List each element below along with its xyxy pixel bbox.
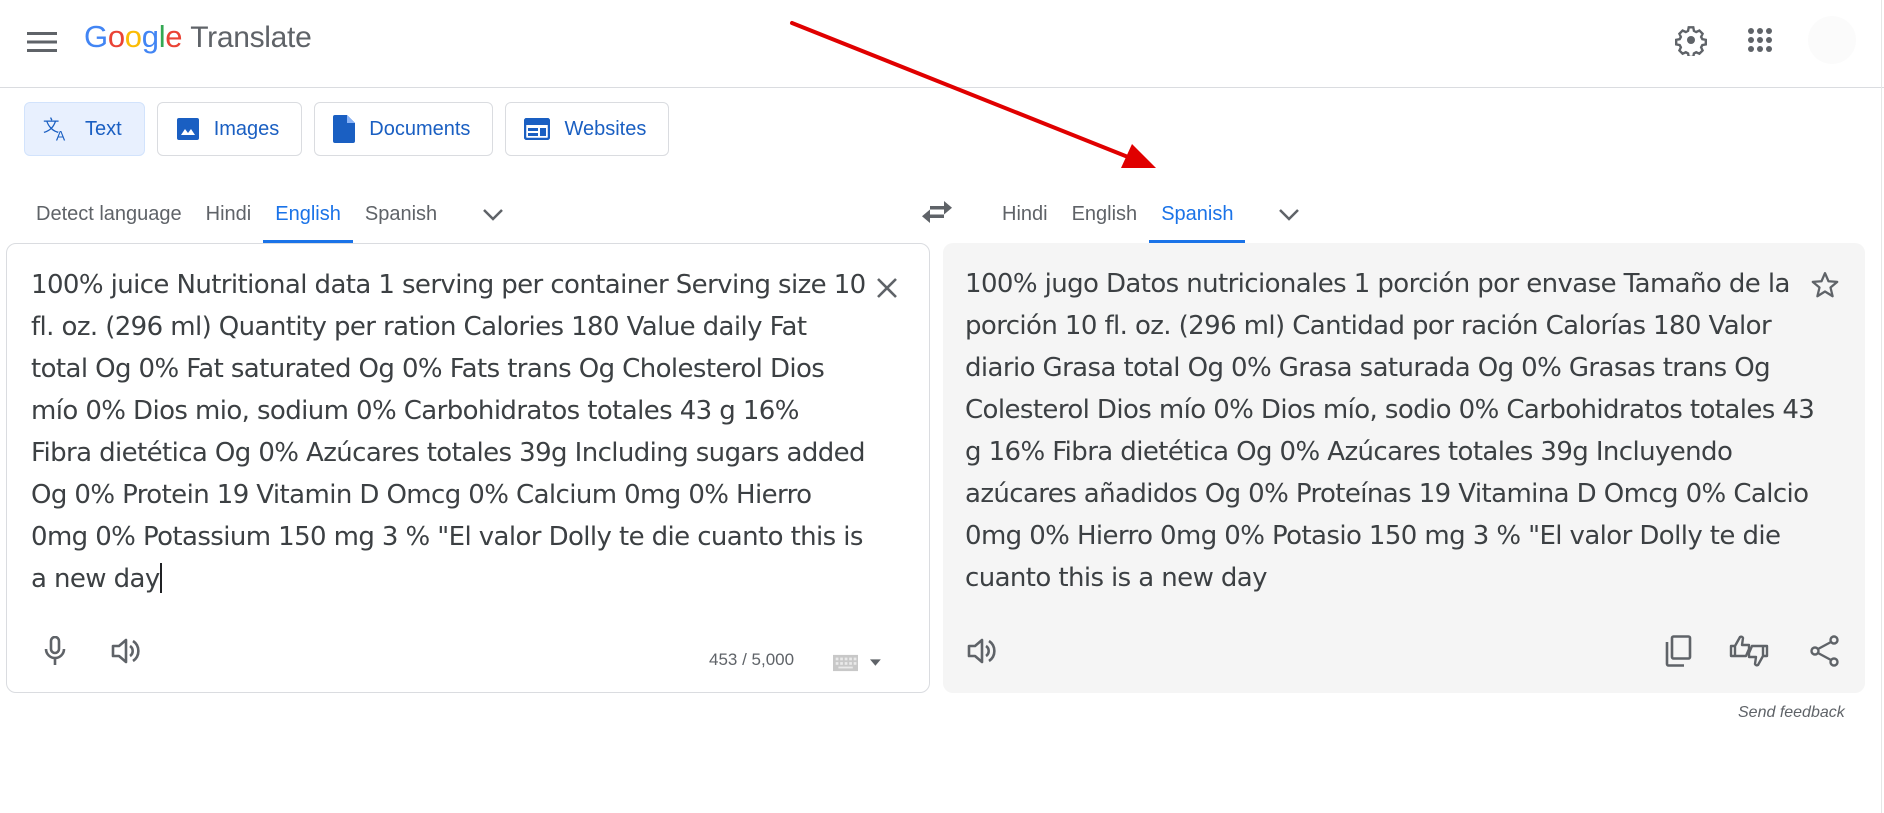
- app-header: Google Translate: [0, 0, 1884, 88]
- mode-tabs: 文A Text Images Documents Websites: [24, 102, 670, 156]
- caret-down-icon: [870, 659, 881, 666]
- tab-images-label: Images: [213, 117, 280, 140]
- send-feedback-link[interactable]: Send feedback: [1738, 704, 1845, 722]
- svg-text:A: A: [56, 128, 66, 143]
- chevron-down-icon: [1279, 208, 1300, 221]
- annotation-arrow-head: [1121, 144, 1156, 168]
- source-text-value: 100% juice Nutritional data 1 serving pe…: [31, 270, 866, 594]
- source-text-panel: 100% juice Nutritional data 1 serving pe…: [6, 243, 930, 693]
- swap-languages-button[interactable]: [915, 190, 959, 234]
- target-lang-spanish[interactable]: Spanish: [1149, 186, 1246, 243]
- source-lang-english[interactable]: English: [263, 186, 353, 243]
- source-lang-detect[interactable]: Detect language: [24, 186, 194, 243]
- logo-letter: o: [124, 19, 142, 54]
- google-translate-logo[interactable]: Google Translate: [84, 19, 312, 55]
- speaker-icon: [111, 638, 140, 664]
- source-lang-hindi[interactable]: Hindi: [194, 186, 264, 243]
- product-name: Translate: [190, 21, 312, 54]
- thumbs-up-down-icon: [1729, 635, 1769, 667]
- apps-button[interactable]: [1738, 18, 1782, 62]
- listen-translation-button[interactable]: [960, 629, 1004, 673]
- apps-grid-icon: [1748, 28, 1772, 52]
- character-count: 453 / 5,000: [709, 650, 795, 669]
- chevron-down-icon: [483, 208, 504, 221]
- tab-text[interactable]: 文A Text: [24, 102, 145, 156]
- share-translation-button[interactable]: [1803, 629, 1847, 673]
- source-language-bar: Detect language Hindi English Spanish: [24, 186, 517, 243]
- target-lang-english[interactable]: English: [1060, 186, 1150, 243]
- share-icon: [1810, 635, 1839, 667]
- translation-panel: 100% jugo Datos nutricionales 1 porción …: [943, 243, 1865, 693]
- text-cursor: [159, 563, 162, 593]
- copy-translation-button[interactable]: [1656, 629, 1700, 673]
- website-icon: [524, 118, 551, 140]
- target-lang-hindi[interactable]: Hindi: [990, 186, 1060, 243]
- translation-text: 100% jugo Datos nutricionales 1 porción …: [965, 269, 1815, 593]
- save-translation-button[interactable]: [1805, 265, 1845, 305]
- speaker-icon: [967, 638, 996, 664]
- settings-button[interactable]: [1669, 18, 1713, 62]
- source-language-more-button[interactable]: [469, 186, 517, 243]
- microphone-icon: [44, 636, 66, 665]
- logo-letter: e: [165, 19, 183, 54]
- voice-input-button[interactable]: [33, 629, 77, 673]
- keyboard-icon: [833, 654, 859, 672]
- tab-documents[interactable]: Documents: [314, 102, 494, 156]
- clear-source-button[interactable]: [867, 268, 907, 308]
- document-icon: [333, 115, 356, 143]
- source-text-input[interactable]: 100% juice Nutritional data 1 serving pe…: [31, 264, 866, 600]
- settings-icon: [1675, 26, 1707, 56]
- translate-icon: 文A: [43, 115, 71, 143]
- window-edge-divider: [1881, 0, 1882, 813]
- listen-source-button[interactable]: [104, 629, 148, 673]
- close-icon: [877, 278, 897, 298]
- tab-websites[interactable]: Websites: [505, 102, 670, 156]
- input-tools-button[interactable]: [833, 651, 881, 675]
- menu-icon: [27, 32, 57, 52]
- target-language-more-button[interactable]: [1265, 186, 1313, 243]
- account-avatar[interactable]: [1808, 16, 1856, 64]
- tab-images[interactable]: Images: [156, 102, 303, 156]
- image-icon: [176, 117, 200, 141]
- tab-text-label: Text: [85, 117, 122, 140]
- swap-icon: [922, 201, 952, 223]
- logo-letter: l: [158, 19, 166, 54]
- tab-documents-label: Documents: [369, 117, 471, 140]
- source-lang-spanish[interactable]: Spanish: [353, 186, 449, 243]
- logo-letter: g: [141, 19, 159, 54]
- tab-websites-label: Websites: [564, 117, 647, 140]
- logo-letter: o: [107, 19, 125, 54]
- main-menu-button[interactable]: [22, 22, 62, 62]
- target-language-bar: Hindi English Spanish: [990, 186, 1313, 243]
- copy-icon: [1665, 635, 1692, 667]
- logo-letter: G: [84, 19, 108, 54]
- rate-translation-button[interactable]: [1727, 629, 1771, 673]
- star-icon: [1811, 272, 1839, 298]
